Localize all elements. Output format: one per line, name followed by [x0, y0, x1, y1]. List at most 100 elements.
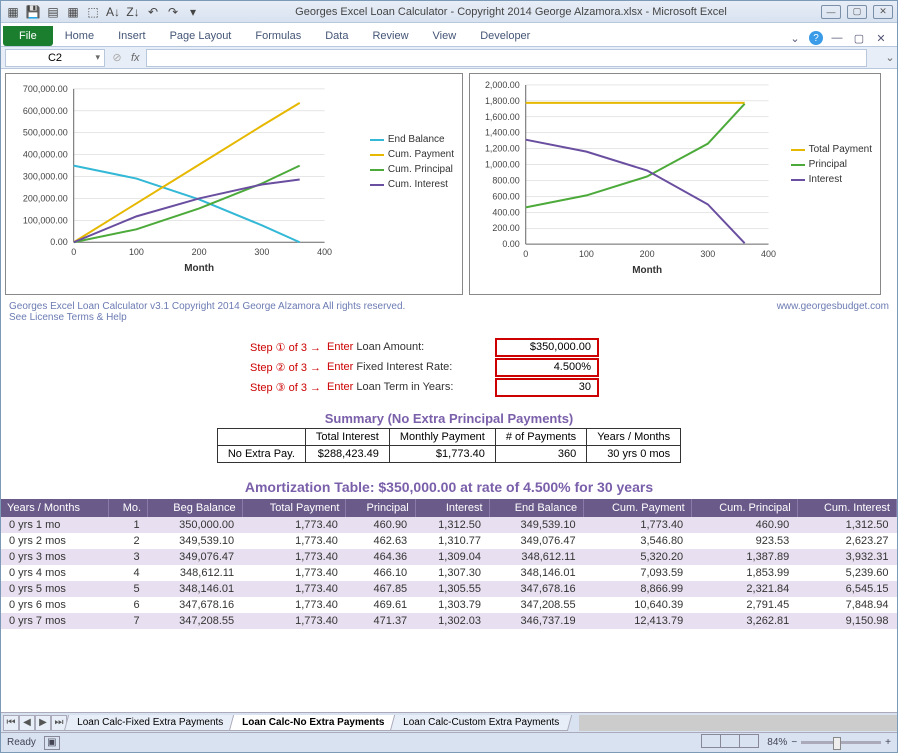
svg-text:1,800.00: 1,800.00 [485, 96, 520, 106]
amort-header: Beg Balance [148, 499, 243, 517]
horizontal-scrollbar[interactable] [579, 715, 897, 731]
table-row[interactable]: 0 yrs 4 mos4348,612.111,773.40466.101,30… [1, 565, 897, 581]
status-bar: Ready ▣ 84% − + [1, 732, 897, 752]
table-row[interactable]: 0 yrs 5 mos5348,146.011,773.40467.851,30… [1, 581, 897, 597]
table-row[interactable]: 0 yrs 6 mos6347,678.161,773.40469.611,30… [1, 597, 897, 613]
fx-cancel-icon[interactable]: ⊘ [109, 51, 125, 64]
license-link[interactable]: See License Terms & Help [9, 312, 405, 323]
loan-amount-input[interactable]: $350,000.00 [495, 338, 599, 357]
redo-icon[interactable]: ↷ [165, 4, 181, 20]
table-row[interactable]: 0 yrs 7 mos7347,208.551,773.40471.371,30… [1, 613, 897, 629]
minimize-button[interactable]: — [821, 5, 841, 19]
ribbon-tab-data[interactable]: Data [313, 26, 360, 46]
legend-item: Cum. Interest [388, 179, 448, 190]
legend-item: Principal [809, 159, 847, 170]
qat-icon[interactable]: ⬚ [85, 4, 101, 20]
amortization-table: Years / MonthsMo.Beg BalanceTotal Paymen… [1, 499, 897, 629]
svg-text:0: 0 [71, 247, 76, 257]
view-buttons[interactable] [702, 734, 759, 751]
svg-text:100,000.00: 100,000.00 [23, 215, 68, 225]
step-label: Step ③ of 3 → [229, 381, 321, 394]
svg-text:600.00: 600.00 [492, 191, 519, 201]
summary-table: Total Interest Monthly Payment # of Paym… [217, 428, 681, 463]
qat-icon[interactable]: ▤ [45, 4, 61, 20]
window-minimize-icon[interactable]: — [829, 30, 845, 46]
summary-title: Summary (No Extra Principal Payments) [169, 411, 729, 426]
ribbon-minimize-icon[interactable]: ⌄ [787, 30, 803, 46]
save-icon[interactable]: 💾 [25, 4, 41, 20]
ribbon-tab-insert[interactable]: Insert [106, 26, 158, 46]
window-close-icon[interactable]: ✕ [873, 30, 889, 46]
maximize-button[interactable]: ▢ [847, 5, 867, 19]
svg-text:1,200.00: 1,200.00 [485, 144, 520, 154]
ribbon-tab-page-layout[interactable]: Page Layout [158, 26, 244, 46]
svg-text:200,000.00: 200,000.00 [23, 193, 68, 203]
chart-monthly[interactable]: 2,000.001,800.001,600.00 1,400.001,200.0… [469, 73, 881, 295]
help-icon[interactable]: ? [809, 31, 823, 45]
sheet-tabs: ⏮ ◀ ▶ ⏭ Loan Calc-Fixed Extra Payments L… [1, 712, 897, 732]
next-sheet-icon[interactable]: ▶ [35, 715, 51, 731]
amort-header: Years / Months [1, 499, 108, 517]
svg-text:1,400.00: 1,400.00 [485, 128, 520, 138]
sheet-tab[interactable]: Loan Calc-Custom Extra Payments [390, 715, 572, 731]
chart-cumulative[interactable]: 700,000.00600,000.00 500,000.00400,000.0… [5, 73, 463, 295]
worksheet-content: 700,000.00600,000.00 500,000.00400,000.0… [1, 69, 897, 711]
formula-bar-row: C2 ⊘ fx ⌄ [1, 47, 897, 69]
zoom-slider[interactable] [801, 741, 881, 744]
ribbon-tab-home[interactable]: Home [53, 26, 106, 46]
formula-bar[interactable] [146, 49, 867, 67]
ribbon-tab-review[interactable]: Review [360, 26, 420, 46]
interest-rate-input[interactable]: 4.500% [495, 358, 599, 377]
legend-item: Total Payment [809, 144, 872, 155]
legend-item: End Balance [388, 134, 445, 145]
svg-text:100: 100 [579, 249, 594, 259]
zoom-in-button[interactable]: + [885, 737, 891, 748]
svg-text:300,000.00: 300,000.00 [23, 172, 68, 182]
chart2-xlabel: Month [632, 265, 662, 276]
svg-text:300: 300 [700, 249, 715, 259]
status-ready: Ready [7, 737, 36, 748]
qat-icon[interactable]: ▦ [65, 4, 81, 20]
file-tab[interactable]: File [3, 26, 53, 46]
quick-access-toolbar: ▦ 💾 ▤ ▦ ⬚ A↓ Z↓ ↶ ↷ ▾ [5, 4, 201, 20]
step-label: Step ① of 3 → [229, 341, 321, 354]
qat-dropdown-icon[interactable]: ▾ [185, 4, 201, 20]
ribbon-tab-developer[interactable]: Developer [468, 26, 542, 46]
summary-section: Summary (No Extra Principal Payments) To… [169, 411, 729, 463]
amort-header: Cum. Interest [797, 499, 896, 517]
close-button[interactable]: ✕ [873, 5, 893, 19]
chart1-xlabel: Month [184, 263, 214, 274]
name-box[interactable]: C2 [5, 49, 105, 67]
title-bar: ▦ 💾 ▤ ▦ ⬚ A↓ Z↓ ↶ ↷ ▾ Georges Excel Loan… [1, 1, 897, 23]
step-label: Step ② of 3 → [229, 361, 321, 374]
sheet-tab[interactable]: Loan Calc-Fixed Extra Payments [64, 715, 236, 731]
website-link[interactable]: www.georgesbudget.com [777, 301, 889, 323]
excel-icon: ▦ [5, 4, 21, 20]
window-controls: — ▢ ✕ [821, 5, 893, 19]
sheet-tab-active[interactable]: Loan Calc-No Extra Payments [229, 715, 398, 731]
svg-text:200.00: 200.00 [492, 223, 519, 233]
fx-label[interactable]: fx [131, 52, 140, 64]
prev-sheet-icon[interactable]: ◀ [19, 715, 35, 731]
ribbon-tabs: File Home Insert Page Layout Formulas Da… [1, 23, 897, 47]
svg-text:0.00: 0.00 [502, 239, 519, 249]
ribbon-tab-view[interactable]: View [421, 26, 469, 46]
window-restore-icon[interactable]: ▢ [851, 30, 867, 46]
svg-text:200: 200 [192, 247, 207, 257]
zoom-out-button[interactable]: − [791, 737, 797, 748]
document-title: Georges Excel Loan Calculator - Copyrigh… [201, 6, 821, 18]
loan-term-input[interactable]: 30 [495, 378, 599, 397]
table-row[interactable]: 0 yrs 3 mos3349,076.471,773.40464.361,30… [1, 549, 897, 565]
sort-desc-icon[interactable]: Z↓ [125, 4, 141, 20]
zoom-level[interactable]: 84% [767, 737, 787, 748]
table-row[interactable]: 0 yrs 1 mo1350,000.001,773.40460.901,312… [1, 517, 897, 533]
svg-text:100: 100 [129, 247, 144, 257]
macro-record-icon[interactable]: ▣ [44, 736, 60, 750]
first-sheet-icon[interactable]: ⏮ [3, 715, 19, 731]
input-steps: Step ① of 3 → Enter Loan Amount: $350,00… [229, 337, 897, 397]
table-row[interactable]: 0 yrs 2 mos2349,539.101,773.40462.631,31… [1, 533, 897, 549]
ribbon-tab-formulas[interactable]: Formulas [243, 26, 313, 46]
sort-asc-icon[interactable]: A↓ [105, 4, 121, 20]
undo-icon[interactable]: ↶ [145, 4, 161, 20]
formula-bar-expand-icon[interactable]: ⌄ [883, 51, 897, 64]
